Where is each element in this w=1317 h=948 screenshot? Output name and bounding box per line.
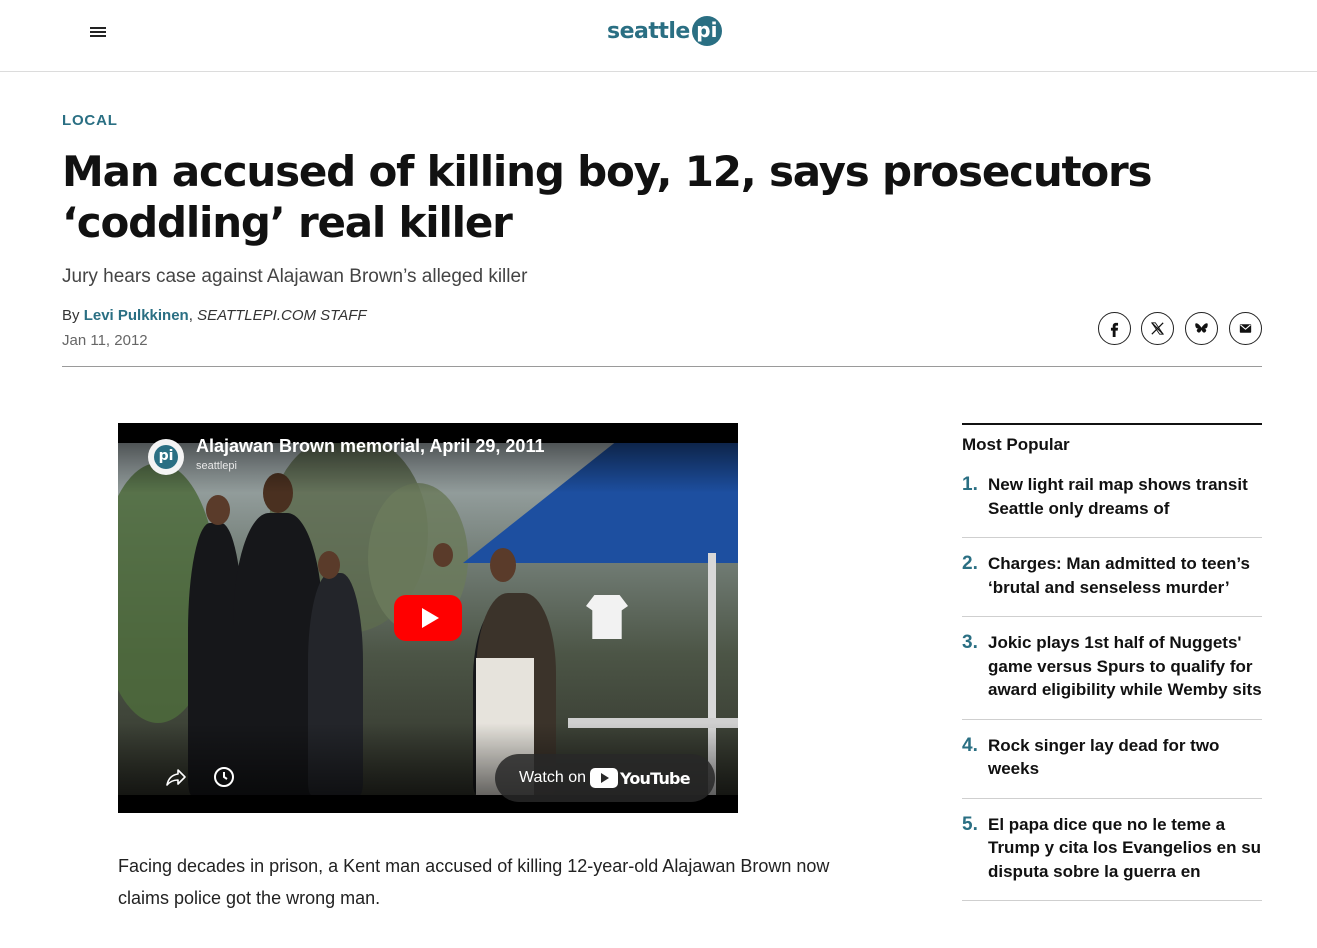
video-title[interactable]: Alajawan Brown memorial, April 29, 2011 bbox=[196, 436, 544, 457]
list-item-link[interactable]: Rock singer lay dead for two weeks bbox=[988, 734, 1262, 781]
site-logo[interactable]: seattle pi bbox=[607, 14, 722, 48]
youtube-wordmark: YouTube bbox=[620, 768, 691, 788]
site-header: seattle pi bbox=[0, 0, 1317, 72]
list-item[interactable]: 1. New light rail map shows transit Seat… bbox=[962, 469, 1262, 538]
byline-separator: , bbox=[188, 307, 193, 324]
publish-date: Jan 11, 2012 bbox=[62, 332, 148, 349]
most-popular-sidebar: Most Popular 1. New light rail map shows… bbox=[962, 423, 1262, 901]
watch-on-label: Watch on bbox=[519, 769, 586, 786]
share-arrow-icon[interactable] bbox=[162, 763, 190, 791]
list-item-link[interactable]: El papa dice que no le teme a Trump y ci… bbox=[988, 813, 1262, 884]
list-item-number: 1. bbox=[962, 474, 978, 495]
bluesky-icon[interactable] bbox=[1185, 312, 1218, 345]
logo-pi-badge: pi bbox=[691, 16, 722, 46]
list-item[interactable]: 3. Jokic plays 1st half of Nuggets' game… bbox=[962, 617, 1262, 720]
list-item[interactable]: 4. Rock singer lay dead for two weeks bbox=[962, 720, 1262, 799]
list-item-link[interactable]: Jokic plays 1st half of Nuggets' game ve… bbox=[988, 631, 1262, 702]
list-item[interactable]: 5. El papa dice que no le teme a Trump y… bbox=[962, 799, 1262, 901]
play-icon[interactable] bbox=[394, 595, 462, 641]
article-body-paragraph: Facing decades in prison, a Kent man acc… bbox=[118, 856, 830, 908]
list-item-number: 3. bbox=[962, 632, 978, 653]
video-embed[interactable]: pi Alajawan Brown memorial, April 29, 20… bbox=[118, 423, 738, 813]
author-affiliation: SEATTLEPI.COM STAFF bbox=[197, 307, 367, 324]
logo-wordmark: seattle bbox=[607, 18, 690, 44]
hamburger-menu-icon[interactable] bbox=[90, 27, 106, 37]
video-title-overlay bbox=[118, 423, 738, 493]
byline: By Levi Pulkkinen, SEATTLEPI.COM STAFF bbox=[62, 307, 367, 324]
watch-on-youtube-button[interactable]: Watch on YouTube bbox=[495, 754, 715, 802]
byline-prefix: By bbox=[62, 307, 80, 324]
list-item-link[interactable]: New light rail map shows transit Seattle… bbox=[988, 473, 1262, 520]
list-item-number: 2. bbox=[962, 553, 978, 574]
channel-avatar[interactable]: pi bbox=[148, 439, 184, 475]
email-icon[interactable] bbox=[1229, 312, 1262, 345]
list-item-number: 4. bbox=[962, 734, 978, 756]
sidebar-top-rule bbox=[962, 423, 1262, 425]
author-link[interactable]: Levi Pulkkinen bbox=[84, 307, 189, 324]
list-item[interactable]: 2. Charges: Man admitted to teen’s ‘brut… bbox=[962, 538, 1262, 617]
section-label[interactable]: LOCAL bbox=[62, 112, 118, 129]
x-icon[interactable] bbox=[1141, 312, 1174, 345]
header-divider bbox=[62, 366, 1262, 367]
video-channel-name[interactable]: seattlepi bbox=[196, 460, 237, 472]
list-item-link[interactable]: Charges: Man admitted to teen’s ‘brutal … bbox=[988, 552, 1262, 599]
youtube-play-icon bbox=[590, 768, 618, 788]
article-headline: Man accused of killing boy, 12, says pro… bbox=[62, 147, 1153, 247]
list-item-number: 5. bbox=[962, 813, 978, 835]
article-subheadline: Jury hears case against Alajawan Brown’s… bbox=[62, 266, 528, 287]
sidebar-title: Most Popular bbox=[962, 435, 1070, 454]
clock-icon[interactable] bbox=[210, 763, 238, 791]
channel-avatar-pi: pi bbox=[154, 445, 178, 469]
most-popular-list: 1. New light rail map shows transit Seat… bbox=[962, 469, 1262, 901]
youtube-logo: YouTube bbox=[590, 768, 691, 788]
facebook-icon[interactable] bbox=[1098, 312, 1131, 345]
